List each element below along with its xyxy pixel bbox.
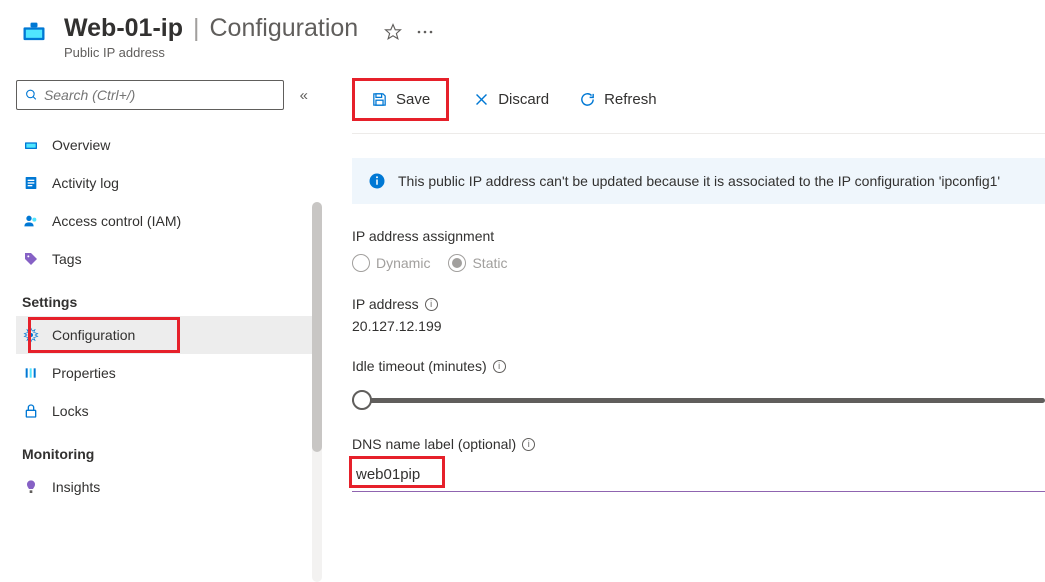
overview-icon <box>22 136 40 154</box>
field-idle-timeout: Idle timeout (minutes) i <box>352 358 1045 412</box>
discard-button[interactable]: Discard <box>467 87 555 112</box>
field-dns-label: DNS name label (optional) i <box>352 436 1045 492</box>
activity-log-icon <box>22 174 40 192</box>
configuration-icon <box>22 326 40 344</box>
sidebar-item-label: Locks <box>52 403 89 419</box>
sidebar-item-label: Access control (IAM) <box>52 213 181 229</box>
ip-address-value: 20.127.12.199 <box>352 318 1045 334</box>
sidebar-item-properties[interactable]: Properties <box>16 354 320 392</box>
sidebar-item-overview[interactable]: Overview <box>16 126 320 164</box>
field-label: IP address assignment <box>352 228 1045 244</box>
dns-name-input[interactable] <box>352 460 1045 489</box>
sidebar-item-label: Activity log <box>52 175 119 191</box>
radio-static: Static <box>448 254 507 272</box>
title-separator: | <box>193 14 200 43</box>
page-header: Web-01-ip | Configuration Public IP addr… <box>0 0 1045 70</box>
favorite-star-icon[interactable] <box>384 23 402 41</box>
scrollbar-thumb[interactable] <box>312 202 322 452</box>
sidebar-item-label: Overview <box>52 137 110 153</box>
sidebar-item-label: Tags <box>52 251 82 267</box>
sidebar-item-activity-log[interactable]: Activity log <box>16 164 320 202</box>
banner-text: This public IP address can't be updated … <box>398 173 1000 189</box>
field-label: IP address <box>352 296 419 312</box>
info-icon <box>368 172 386 190</box>
field-ip-address: IP address i 20.127.12.199 <box>352 296 1045 334</box>
field-label: DNS name label (optional) <box>352 436 516 452</box>
info-help-icon[interactable]: i <box>493 360 506 373</box>
sidebar-scrollbar[interactable] <box>312 202 322 582</box>
info-banner: This public IP address can't be updated … <box>352 158 1045 204</box>
slider-thumb[interactable] <box>352 390 372 410</box>
highlight-box: Save <box>352 78 449 121</box>
field-label: Idle timeout (minutes) <box>352 358 487 374</box>
sidebar-item-label: Insights <box>52 479 100 495</box>
sidebar-item-label: Configuration <box>52 327 135 343</box>
info-help-icon[interactable]: i <box>522 438 535 451</box>
field-ip-assignment: IP address assignment Dynamic Static <box>352 228 1045 272</box>
sidebar-section-settings: Settings <box>16 278 320 316</box>
info-help-icon[interactable]: i <box>425 298 438 311</box>
toolbar: Save Discard Refresh <box>352 70 1045 134</box>
sidebar-item-configuration[interactable]: Configuration <box>16 316 320 354</box>
insights-icon <box>22 478 40 496</box>
sidebar-item-label: Properties <box>52 365 116 381</box>
radio-dynamic: Dynamic <box>352 254 430 272</box>
page-title: Configuration <box>210 14 359 43</box>
refresh-button[interactable]: Refresh <box>573 87 663 112</box>
radio-circle <box>448 254 466 272</box>
locks-icon <box>22 402 40 420</box>
sidebar: « Overview Activity log Access control (… <box>0 70 320 544</box>
sidebar-item-access-control[interactable]: Access control (IAM) <box>16 202 320 240</box>
slider-track <box>352 398 1045 403</box>
header-title-block: Web-01-ip | Configuration Public IP addr… <box>64 14 434 60</box>
tags-icon <box>22 250 40 268</box>
search-input[interactable] <box>44 87 275 103</box>
idle-timeout-slider[interactable] <box>352 388 1045 412</box>
access-control-icon <box>22 212 40 230</box>
more-actions-icon[interactable] <box>416 29 434 35</box>
sidebar-search[interactable] <box>16 80 284 110</box>
content-pane: Save Discard Refresh This public IP addr… <box>320 70 1045 544</box>
properties-icon <box>22 364 40 382</box>
radio-circle <box>352 254 370 272</box>
save-button[interactable]: Save <box>365 87 436 112</box>
resource-type-subtitle: Public IP address <box>64 45 434 60</box>
sidebar-item-insights[interactable]: Insights <box>16 468 320 506</box>
collapse-sidebar-icon[interactable]: « <box>296 83 312 108</box>
sidebar-section-monitoring: Monitoring <box>16 430 320 468</box>
resource-name: Web-01-ip <box>64 14 183 43</box>
public-ip-icon <box>18 16 50 48</box>
sidebar-item-locks[interactable]: Locks <box>16 392 320 430</box>
sidebar-item-tags[interactable]: Tags <box>16 240 320 278</box>
